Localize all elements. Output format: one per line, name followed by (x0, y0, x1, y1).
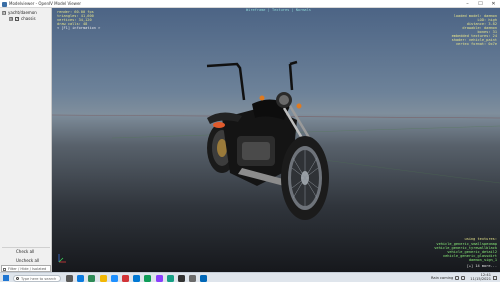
minimize-button[interactable]: – (461, 0, 474, 8)
model-info-line: vertex format: 0x7e (455, 42, 497, 46)
app-icon (2, 1, 7, 7)
taskbar-app-icon[interactable] (110, 274, 118, 282)
taskbar-app-icon[interactable] (133, 274, 141, 282)
front-wheel (281, 136, 329, 220)
taskbar-app-icon[interactable] (166, 274, 174, 282)
expand-icon[interactable]: ⊞ (9, 16, 13, 21)
taskbar-app-icon[interactable] (178, 274, 185, 282)
title-bar: Modelviewer - OpenIV Model Viewer – ☐ ✕ (0, 0, 500, 8)
filter-placeholder: Filter / Hide / Isolated (8, 267, 47, 271)
system-tray: Rain coming 12:41 11/15/2021 (431, 273, 497, 282)
close-button[interactable]: ✕ (487, 0, 500, 8)
taskbar-app-icon[interactable] (144, 274, 152, 282)
taskbar-app-icon[interactable] (99, 274, 107, 282)
window-title: Modelviewer - OpenIV Model Viewer (9, 1, 82, 6)
uncheck-all-button[interactable]: Uncheck all (2, 257, 50, 265)
clock[interactable]: 12:41 11/15/2021 (470, 273, 491, 282)
taskbar-app-icon[interactable] (189, 274, 197, 282)
tree-item-chassis[interactable]: ⊞ ✓ chassis (9, 16, 36, 21)
texture-list-item: daemon_sign_1 (468, 258, 497, 262)
axis-gizmo-icon (58, 254, 66, 263)
volume-icon[interactable] (461, 276, 466, 280)
windows-start-icon[interactable] (3, 275, 9, 281)
model-viewport[interactable]: render: 60.00 fps triangles: 41,600 vert… (52, 8, 500, 272)
taskbar-app-icon[interactable] (200, 274, 208, 282)
render-mode-bar[interactable]: Wireframe | Textures | Normals (246, 8, 311, 12)
taskbar: Type here to search Rain coming 12:41 11… (0, 272, 500, 282)
check-all-button[interactable]: Check all (2, 248, 50, 256)
collapse-icon[interactable]: ⊟ (2, 10, 6, 15)
tree-item-root[interactable]: ⊟ yacht/daemon (2, 10, 37, 15)
maximize-button[interactable]: ☐ (474, 0, 487, 8)
texture-list-more: [+] 14 more... (466, 264, 497, 268)
texture-list-header: using textures: (464, 237, 497, 241)
search-placeholder: Type here to search (21, 276, 57, 281)
taskbar-app-icon[interactable] (77, 274, 85, 282)
taskbar-app-icon[interactable] (122, 274, 129, 282)
taskbar-app-icon[interactable] (155, 274, 163, 282)
taskbar-app-icon[interactable] (66, 274, 73, 282)
clock-date: 11/15/2021 (470, 277, 491, 281)
taskbar-app-icon[interactable] (88, 274, 96, 282)
tree-item-label: yacht/daemon (8, 10, 37, 15)
visibility-checkbox[interactable]: ✓ (15, 16, 19, 21)
info-hint: < [F1] information > (57, 26, 101, 30)
taskbar-search-input[interactable]: Type here to search (13, 274, 61, 282)
filter-checkbox-icon[interactable] (3, 267, 6, 271)
tree-item-label: chassis (21, 16, 36, 21)
weather-widget[interactable]: Rain coming (431, 276, 453, 280)
motorcycle-model (206, 60, 329, 220)
notifications-icon[interactable] (493, 276, 497, 280)
network-icon[interactable] (455, 276, 460, 280)
window-controls: – ☐ ✕ (461, 0, 500, 8)
search-icon (16, 277, 19, 281)
model-tree-panel: ⊟ yacht/daemon ⊞ ✓ chassis Check all Unc… (0, 8, 52, 272)
filter-input[interactable]: Filter / Hide / Isolated (1, 265, 51, 272)
